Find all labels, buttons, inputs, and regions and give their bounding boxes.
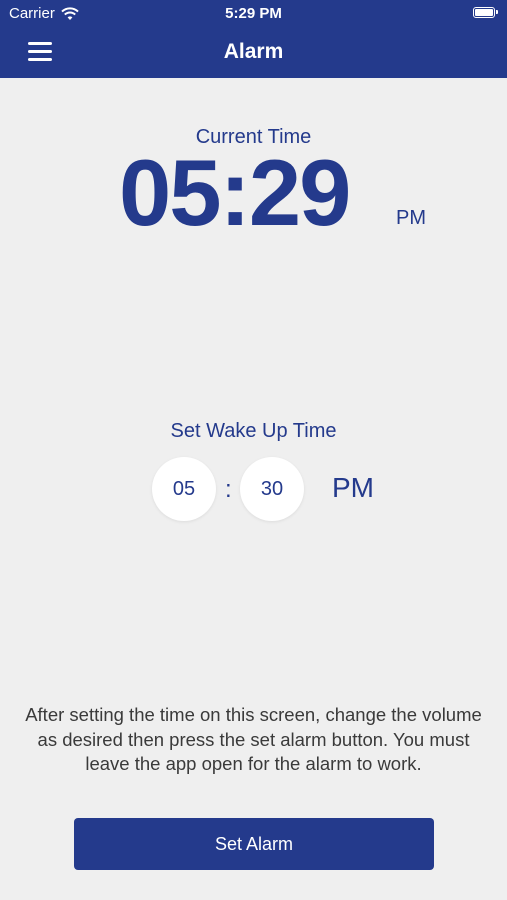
- wake-time-label: Set Wake Up Time: [170, 420, 337, 442]
- wake-hour-picker[interactable]: 05: [152, 457, 216, 521]
- time-separator: :: [225, 476, 232, 503]
- page-title: Alarm: [223, 40, 284, 63]
- instructions-text: After setting the time on this screen, c…: [25, 704, 482, 774]
- wake-ampm-toggle[interactable]: PM: [332, 472, 374, 504]
- nav-bar: Alarm: [0, 28, 507, 78]
- status-bar: Carrier 5:29 PM: [0, 0, 507, 28]
- set-alarm-button[interactable]: Set Alarm: [74, 818, 434, 870]
- current-time-display: 05:29: [119, 140, 351, 245]
- wake-minute-picker[interactable]: 30: [240, 457, 304, 521]
- battery-icon: [473, 7, 498, 18]
- current-time-ampm: PM: [396, 207, 426, 229]
- status-time: 5:29 PM: [225, 5, 282, 22]
